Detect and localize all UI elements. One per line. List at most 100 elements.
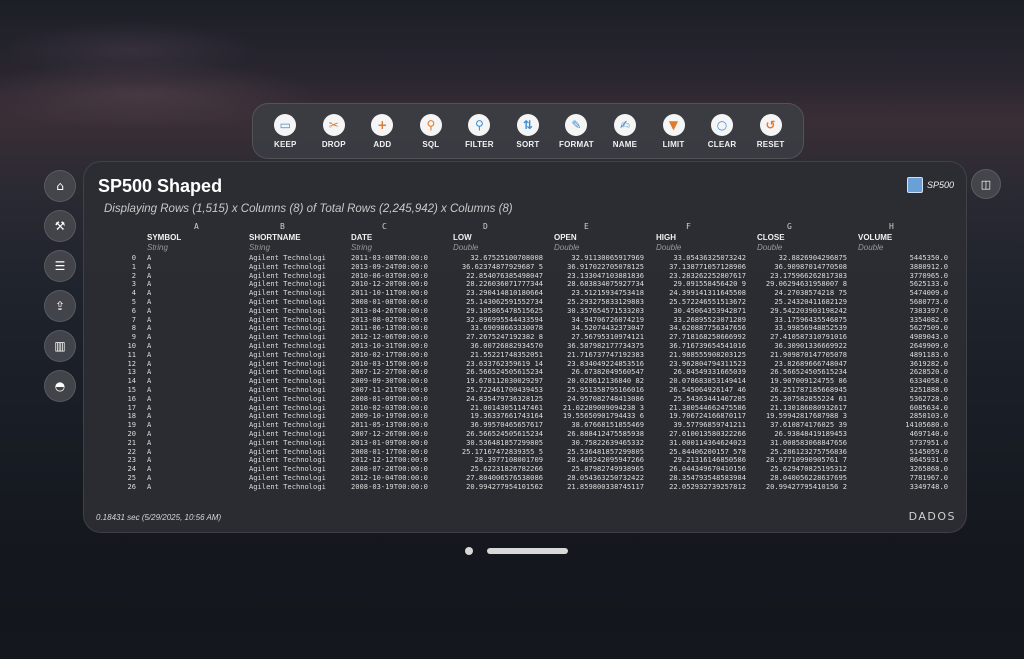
date-cell: 2011-03-08T00:00:0 — [351, 254, 428, 262]
add-icon: + — [371, 113, 394, 136]
panel-toggle-icon: ◫ — [980, 177, 992, 191]
column-header-low[interactable]: LOW — [453, 233, 472, 242]
column-headers: SYMBOL SHORTNAME DATE LOW OPEN HIGH CLOSE VOLUM… — [84, 233, 968, 243]
column-header-shortname[interactable]: SHORTNAME — [249, 233, 301, 242]
reset-icon: ↺ — [759, 113, 782, 136]
toolbar-button-label: FILTER — [465, 139, 494, 149]
toolbar-add-button[interactable]: + ADD — [359, 113, 405, 149]
toolbar-button-label: DROP — [321, 139, 346, 149]
column-letter: H — [889, 222, 894, 231]
toolbar-drop-button[interactable]: ✂ DROP — [311, 113, 357, 149]
column-type: Double — [656, 243, 682, 252]
column-letter: E — [584, 222, 589, 231]
date-cell: 2009-09-30T00:00:0 — [351, 377, 428, 386]
sidenav-account-button[interactable]: ◓ — [44, 370, 76, 402]
column-letter: F — [686, 222, 691, 231]
shortname-cell: Agilent Technologi — [249, 412, 326, 421]
toolbar-name-button[interactable]: ✍ NAME — [602, 113, 648, 149]
shortname-cell: Agilent Technologi — [249, 403, 326, 412]
column-letter: B — [280, 222, 285, 231]
sidenav-export-button[interactable]: ⇪ — [44, 290, 76, 322]
column-header-date[interactable]: DATE — [351, 233, 372, 242]
date-cell: 2007-11-21T00:00:0 — [351, 385, 428, 394]
shortname-cell: Agilent Technologi — [249, 429, 326, 438]
toolbar-button-label: SQL — [422, 139, 440, 149]
date-cell: 2007-12-26T00:00:0 — [351, 429, 428, 438]
column-header-volume[interactable]: VOLUME — [858, 233, 892, 242]
sidenav-broom-button[interactable]: ⚒ — [44, 210, 76, 242]
chart-icon: ▥ — [54, 339, 66, 353]
column-letter: A — [194, 222, 199, 231]
shortname-cell: Agilent Technologi — [249, 306, 326, 315]
date-cell: 2008-01-09T00:00:0 — [351, 394, 428, 403]
column-header-high[interactable]: HIGH — [656, 233, 676, 242]
column-type: Double — [453, 243, 479, 252]
toolbar-format-button[interactable]: ✎ FORMAT — [553, 113, 599, 149]
toolbar-sort-button[interactable]: ⇅ SORT — [505, 113, 551, 149]
toolbar-button-label: LIMIT — [662, 139, 685, 149]
shortname-cell: Agilent Technologi — [249, 385, 326, 394]
open-cell: 21.859800338745117 — [567, 481, 644, 491]
dataset-badge-label: SP500 — [926, 180, 954, 190]
keep-icon: ▭ — [274, 113, 297, 136]
table-body: 0 A Agilent Technologi 2011-03-08T00:00:0 32… — [84, 253, 968, 492]
toolbar-button-label: NAME — [612, 139, 638, 149]
shortname-cell: Agilent Technologi — [249, 447, 326, 456]
date-cell: 2008-01-17T00:00:0 — [351, 447, 428, 456]
column-header-symbol[interactable]: SYMBOL — [147, 233, 181, 242]
sidenav-checklist-button[interactable]: ☰ — [44, 250, 76, 282]
side-navigation: ⌂ ⚒ ☰ ⇪ ▥ ◓ — [44, 170, 76, 410]
date-cell: 2010-06-03T00:00:0 — [351, 271, 428, 280]
toolbar-sql-button[interactable]: ⚲ SQL — [408, 113, 454, 149]
date-cell: 2008-01-08T00:00:0 — [351, 297, 428, 306]
column-letters: A B C D E F G H — [84, 222, 968, 232]
shortname-cell: Agilent Technologi — [249, 456, 326, 465]
toolbar-button-label: CLEAR — [707, 139, 737, 149]
clear-icon: ○ — [711, 113, 734, 136]
shortname-cell: Agilent Technologi — [249, 438, 326, 447]
date-cell: 2013-10-31T00:00:0 — [351, 341, 428, 350]
column-letter: D — [483, 222, 488, 231]
shortname-cell: Agilent Technologi — [249, 280, 326, 289]
shortname-cell: Agilent Technologi — [249, 271, 326, 280]
date-cell: 2012-12-06T00:00:0 — [351, 333, 428, 342]
export-icon: ⇪ — [54, 299, 66, 313]
toolbar-clear-button[interactable]: ○ CLEAR — [699, 113, 745, 149]
checklist-icon: ☰ — [54, 259, 66, 273]
shortname-cell: Agilent Technologi — [249, 394, 326, 403]
column-letter: C — [382, 222, 387, 231]
sidebar-toggle-button[interactable]: ◫ — [971, 169, 1001, 199]
date-cell: 2010-02-17T00:00:0 — [351, 350, 428, 359]
toolbar-filter-button[interactable]: ⚲ FILTER — [456, 113, 502, 149]
shortname-cell: Agilent Technologi — [249, 473, 326, 482]
column-type: String — [249, 243, 270, 252]
window-dot[interactable] — [465, 547, 473, 555]
window-grab-handle[interactable] — [487, 548, 568, 554]
toolbar-reset-button[interactable]: ↺ RESET — [748, 113, 794, 149]
column-type: String — [147, 243, 168, 252]
date-cell: 2011-06-13T00:00:0 — [351, 324, 428, 333]
account-icon: ◓ — [54, 379, 66, 393]
column-header-close[interactable]: CLOSE — [757, 233, 785, 242]
column-type: Double — [858, 243, 884, 252]
symbol-cell: A — [147, 481, 152, 491]
dataset-title: SP500 Shaped — [98, 176, 223, 196]
shortname-cell: Agilent Technologi — [249, 421, 326, 430]
dataset-badge[interactable]: SP500 — [906, 177, 954, 193]
background-horizon — [0, 520, 1024, 659]
shortname-cell: Agilent Technologi — [249, 465, 326, 474]
date-cell: 2008-07-28T00:00:0 — [351, 465, 428, 474]
shortname-cell: Agilent Technologi — [249, 333, 326, 342]
toolbar-limit-button[interactable]: ▼ LIMIT — [651, 113, 697, 149]
column-letter: G — [787, 222, 792, 231]
toolbar-keep-button[interactable]: ▭ KEEP — [262, 113, 308, 149]
sidenav-chart-button[interactable]: ▥ — [44, 330, 76, 362]
format-icon: ✎ — [565, 113, 588, 136]
date-cell: 2012-12-12T00:00:0 — [351, 456, 428, 465]
low-cell: 20.994277954101562 — [466, 481, 543, 491]
sidenav-home-button[interactable]: ⌂ — [44, 170, 76, 202]
date-cell: 2007-12-27T00:00:0 — [351, 368, 428, 377]
table-row[interactable]: 26 A Agilent Technologi 2008-03-19T00:00:0 2… — [84, 481, 968, 492]
column-header-open[interactable]: OPEN — [554, 233, 577, 242]
date-cell: 2013-04-26T00:00:0 — [351, 306, 428, 315]
